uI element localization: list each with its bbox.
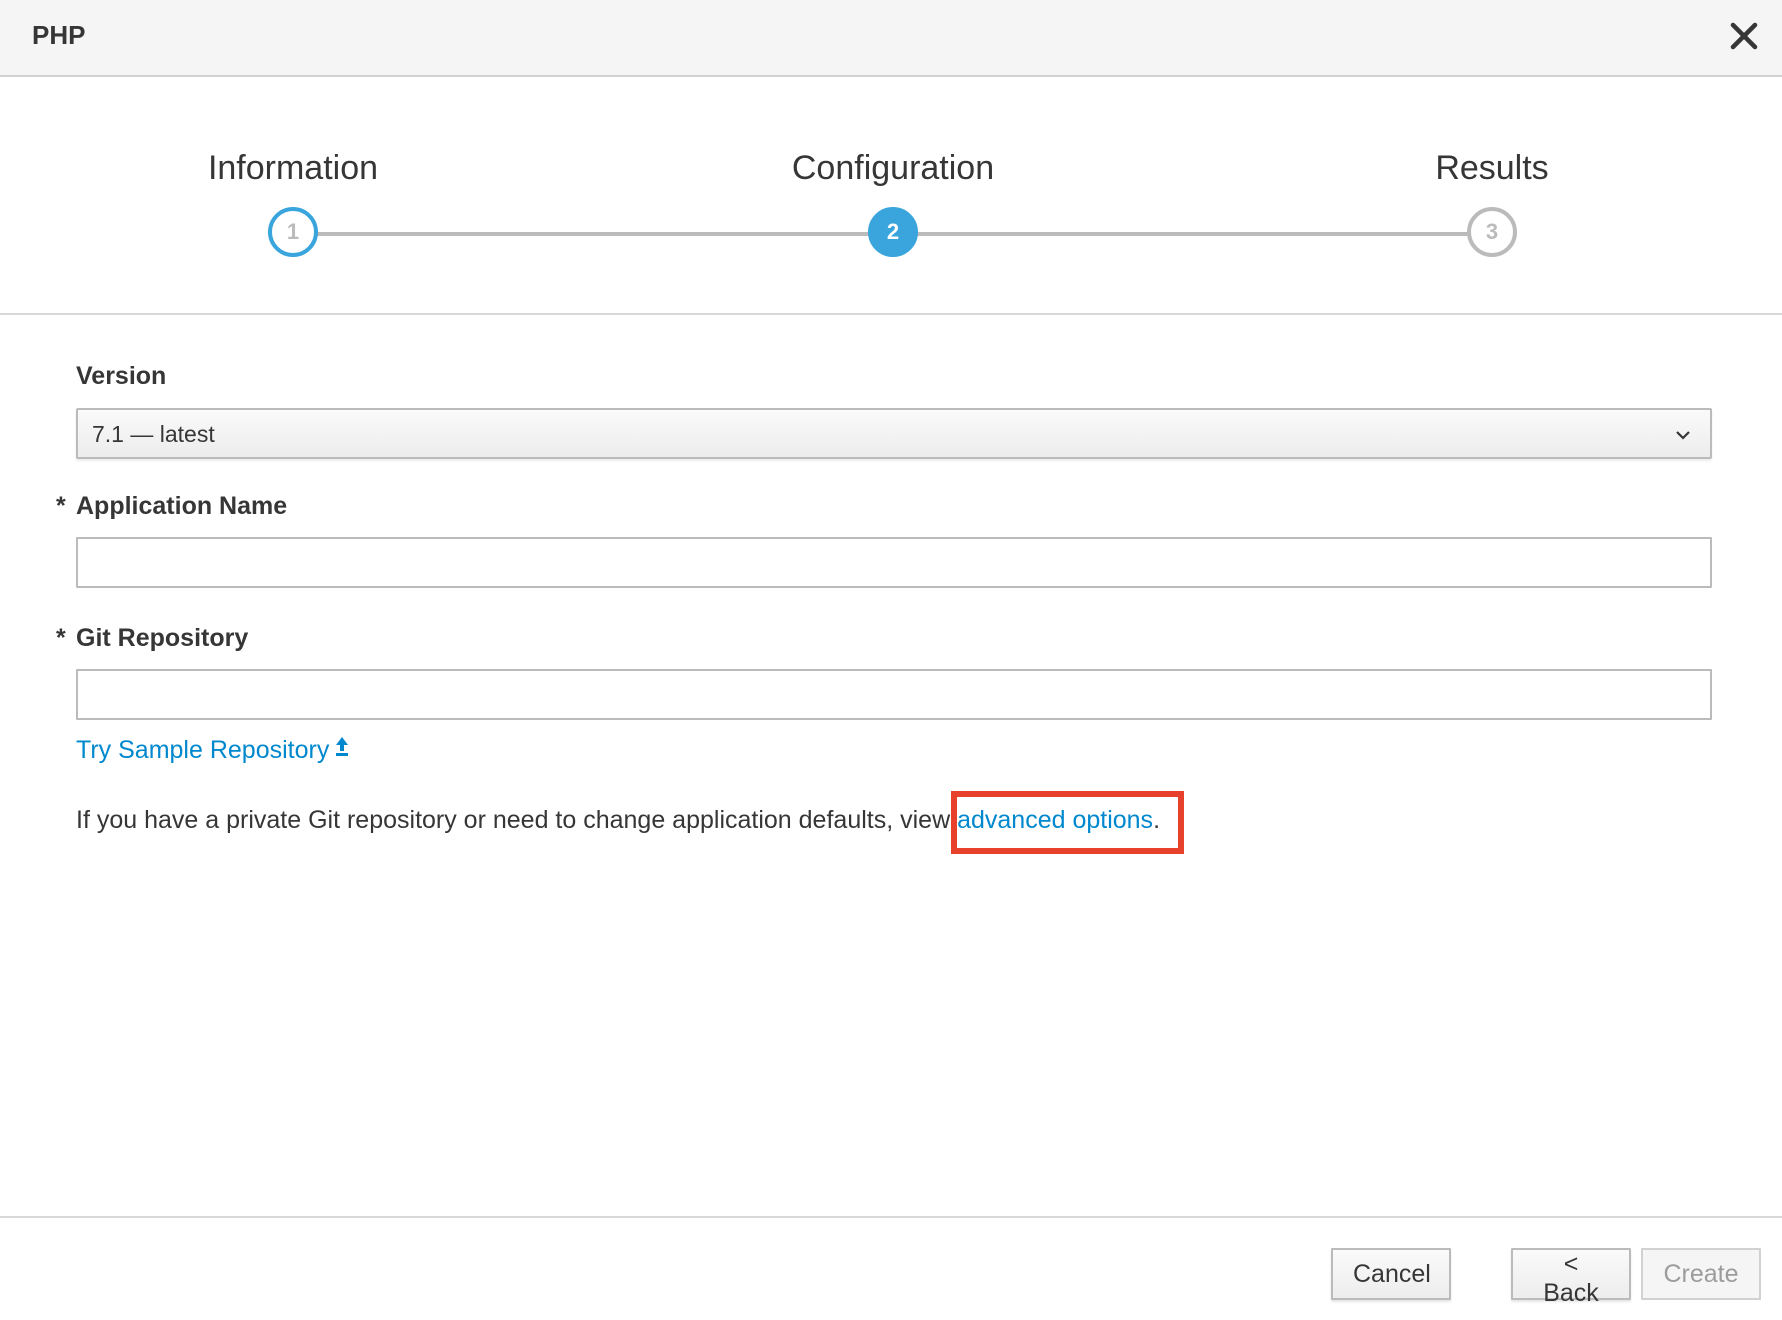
dialog-title: PHP [32,20,86,50]
wizard-steps: Information 1 Configuration 2 Results 3 [0,77,1782,315]
close-icon[interactable] [1724,16,1764,56]
try-sample-repository-label: Try Sample Repository [76,736,330,764]
step-label-results: Results [1435,149,1549,187]
chevron-down-icon [1672,424,1694,446]
version-select[interactable]: 7.1 — latest [76,408,1712,459]
step-circle-2[interactable]: 2 [868,207,918,257]
step-label-information[interactable]: Information [208,149,378,188]
step-circle-1[interactable]: 1 [268,207,318,257]
git-repository-input[interactable] [76,669,1712,720]
dialog-header: PHP [0,0,1782,77]
help-text-suffix: . [1153,806,1161,834]
try-sample-repository-link[interactable]: Try Sample Repository [76,736,349,765]
version-label: Version [76,362,167,390]
git-repository-label: Git Repository [76,624,249,652]
dialog-footer: Cancel < Back Create [0,1216,1782,1320]
step-circle-3: 3 [1467,207,1517,257]
required-marker: * [56,624,66,652]
create-button[interactable]: Create [1641,1248,1761,1300]
required-marker: * [56,492,66,520]
wizard-dialog: PHP Information 1 Configuration 2 Result… [0,0,1782,1320]
application-name-input[interactable] [76,537,1712,588]
advanced-options-help: If you have a private Git repository or … [76,806,1160,835]
advanced-options-link[interactable]: advanced options [957,806,1153,834]
version-selected-value: 7.1 — latest [92,421,215,447]
cancel-button[interactable]: Cancel [1331,1248,1451,1300]
application-name-label: Application Name [76,492,288,520]
step-label-configuration[interactable]: Configuration [792,149,994,188]
back-button[interactable]: < Back [1511,1248,1631,1307]
arrow-up-icon [335,736,349,765]
help-text-prefix: If you have a private Git repository or … [76,806,958,834]
